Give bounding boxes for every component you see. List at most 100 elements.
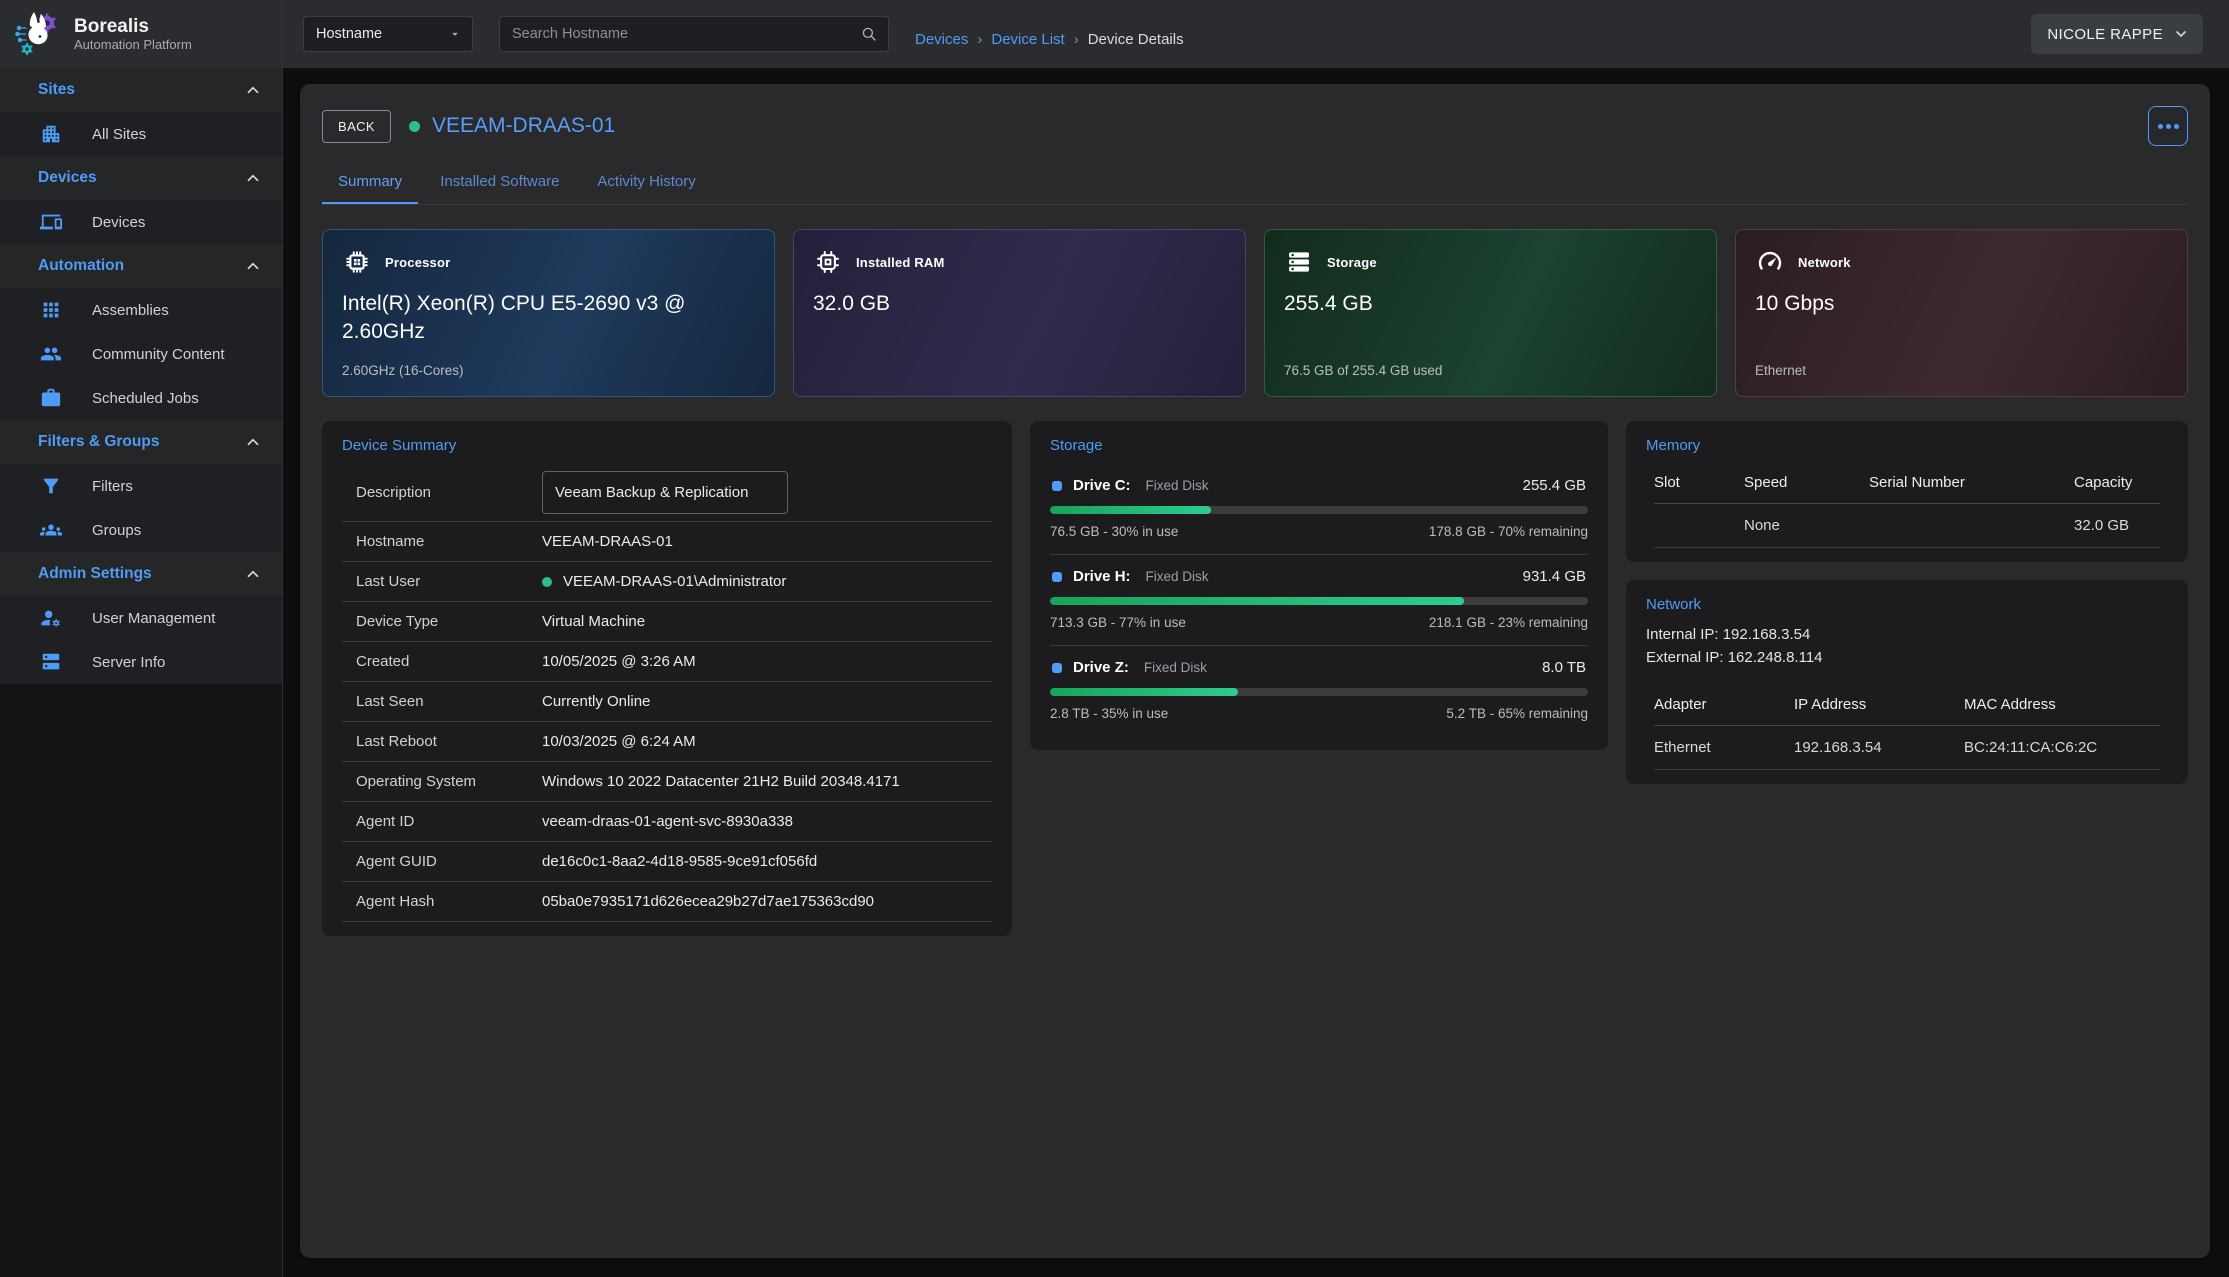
description-input[interactable] xyxy=(542,471,788,514)
sidebar-item[interactable]: User Management xyxy=(0,596,282,640)
summary-row-value-wrap: VEEAM-DRAAS-01\Administrator xyxy=(542,573,786,590)
drive-name: Drive H: xyxy=(1073,568,1131,585)
breadcrumb-segment: Device List › xyxy=(991,31,1078,48)
drive-remaining-text: 218.1 GB - 23% remaining xyxy=(1429,615,1588,630)
breadcrumb-segment: Device Details › xyxy=(1088,31,1184,48)
sidebar-section-label: Admin Settings xyxy=(38,565,152,583)
brand-text: Borealis Automation Platform xyxy=(74,16,192,53)
drive-usage-bar xyxy=(1050,688,1588,696)
drive-type: Fixed Disk xyxy=(1144,660,1207,675)
summary-row-value: de16c0c1-8aa2-4d18-9585-9ce91cf056fd xyxy=(542,853,817,870)
network-col-adapter: Adapter xyxy=(1654,686,1794,726)
stat-card-subtext: 76.5 GB of 255.4 GB used xyxy=(1284,363,1697,379)
drive-size: 255.4 GB xyxy=(1523,477,1586,494)
summary-row-value-wrap: Virtual Machine xyxy=(542,613,645,630)
drive-bullet-icon xyxy=(1052,572,1062,582)
back-button[interactable]: BACK xyxy=(322,110,391,143)
sidebar-item[interactable]: Filters xyxy=(0,464,282,508)
memory-table: Slot Speed Serial Number Capacity xyxy=(1646,464,2168,548)
summary-row-value: 10/05/2025 @ 3:26 AM xyxy=(542,653,696,670)
storage-panel: Storage Drive C: Fixed Disk 255.4 GB xyxy=(1030,421,1608,750)
summary-row-value: Windows 10 2022 Datacenter 21H2 Build 20… xyxy=(542,773,900,790)
breadcrumb-item[interactable]: Devices xyxy=(915,31,968,48)
groups-icon xyxy=(40,519,62,541)
sidebar-item-label: Assemblies xyxy=(92,302,169,319)
sidebar-item[interactable]: Devices xyxy=(0,200,282,244)
sidebar-item[interactable]: Community Content xyxy=(0,332,282,376)
tab[interactable]: Activity History xyxy=(581,162,711,204)
summary-row-label: Last Reboot xyxy=(356,733,542,750)
stat-card-value: 255.4 GB xyxy=(1284,290,1684,318)
chevron-down-icon xyxy=(448,27,462,41)
sidebar-item-label: Filters xyxy=(92,478,133,495)
stat-card-header: Installed RAM xyxy=(813,247,1226,277)
search-icon[interactable] xyxy=(860,25,878,43)
drive-usage-text: 76.5 GB - 30% in use 178.8 GB - 70% rema… xyxy=(1050,524,1588,539)
chevron-up-icon xyxy=(244,169,262,187)
stat-card: Network 10 Gbps Ethernet xyxy=(1735,229,2188,397)
description-label: Description xyxy=(356,484,542,501)
adapter-name: Ethernet xyxy=(1654,726,1794,770)
drive-usage-bar xyxy=(1050,597,1588,605)
user-menu-label: NICOLE RAPPE xyxy=(2047,26,2163,43)
summary-row-value-wrap: VEEAM-DRAAS-01 xyxy=(542,533,673,550)
drive-size: 931.4 GB xyxy=(1523,568,1586,585)
sidebar-section-header[interactable]: Sites xyxy=(0,68,282,112)
briefcase-icon xyxy=(40,387,62,409)
sidebar-item-label: Devices xyxy=(92,214,145,231)
drive-row: Drive C: Fixed Disk 255.4 GB 76.5 GB - 3… xyxy=(1050,464,1588,555)
summary-row-value-wrap: 05ba0e7935171d626ecea29b27d7ae175363cd90 xyxy=(542,893,874,910)
user-menu-button[interactable]: NICOLE RAPPE xyxy=(2031,14,2203,54)
device-summary-panel: Device Summary Description Hostname xyxy=(322,421,1012,936)
stat-card: Processor Intel(R) Xeon(R) CPU E5-2690 v… xyxy=(322,229,775,397)
drive-usage-text: 2.8 TB - 35% in use 5.2 TB - 65% remaini… xyxy=(1050,706,1588,721)
breadcrumb-item[interactable]: Device List xyxy=(991,31,1064,48)
drive-bullet-icon xyxy=(1052,663,1062,673)
drive-used-text: 76.5 GB - 30% in use xyxy=(1050,524,1178,539)
sidebar-item[interactable]: Scheduled Jobs xyxy=(0,376,282,420)
more-actions-button[interactable] xyxy=(2148,106,2188,146)
memory-col-speed: Speed xyxy=(1744,464,1869,504)
tab[interactable]: Installed Software xyxy=(424,162,575,204)
sidebar-item-label: User Management xyxy=(92,610,215,627)
summary-row-label: Last User xyxy=(356,573,542,590)
tab[interactable]: Summary xyxy=(322,162,418,204)
stat-card-label: Storage xyxy=(1327,255,1377,270)
stat-card-label: Network xyxy=(1798,255,1851,270)
device-summary-rows: Hostname VEEAM-DRAAS-01 Last User xyxy=(342,522,992,922)
stat-card-subtext: 2.60GHz (16-Cores) xyxy=(342,363,755,379)
chevron-up-icon xyxy=(244,565,262,583)
memory-panel-title: Memory xyxy=(1646,437,2168,454)
devices-icon xyxy=(40,211,62,233)
sidebar-section-header[interactable]: Automation xyxy=(0,244,282,288)
adapter-ip: 192.168.3.54 xyxy=(1794,726,1964,770)
brand-logo-row[interactable]: Borealis Automation Platform xyxy=(0,0,282,68)
sidebar-item[interactable]: Server Info xyxy=(0,640,282,684)
drive-remaining-text: 178.8 GB - 70% remaining xyxy=(1429,524,1588,539)
drive-type: Fixed Disk xyxy=(1146,478,1209,493)
stat-card-header: Processor xyxy=(342,247,755,277)
summary-row: Hostname VEEAM-DRAAS-01 xyxy=(342,522,992,562)
chevron-up-icon xyxy=(244,433,262,451)
device-name: VEEAM-DRAAS-01 xyxy=(432,114,615,138)
sidebar-section-header[interactable]: Admin Settings xyxy=(0,552,282,596)
sidebar-item[interactable]: Groups xyxy=(0,508,282,552)
sidebar-item[interactable]: Assemblies xyxy=(0,288,282,332)
sidebar-section-label: Devices xyxy=(38,169,97,187)
borealis-rabbit-logo-icon xyxy=(14,10,62,58)
summary-row: Agent ID veeam-draas-01-agent-svc-8930a3… xyxy=(342,802,992,842)
sidebar-item[interactable]: All Sites xyxy=(0,112,282,156)
search-field-select[interactable]: Hostname xyxy=(303,16,473,52)
memory-col-serial: Serial Number xyxy=(1869,464,2074,504)
content-area: BACK VEEAM-DRAAS-01 Summary Installed So… xyxy=(283,68,2229,1277)
drive-header: Drive Z: Fixed Disk 8.0 TB xyxy=(1050,659,1588,676)
stat-card-label: Processor xyxy=(385,255,450,270)
ram-icon xyxy=(813,247,843,277)
sidebar-section-header[interactable]: Devices xyxy=(0,156,282,200)
stat-card: Installed RAM 32.0 GB xyxy=(793,229,1246,397)
search-input[interactable] xyxy=(512,26,860,42)
drive-usage-fill xyxy=(1050,506,1211,514)
sidebar-section-header[interactable]: Filters & Groups xyxy=(0,420,282,464)
breadcrumb-item[interactable]: Device Details xyxy=(1088,31,1184,48)
breadcrumb: Devices › Device List › Device Details › xyxy=(915,31,1184,48)
